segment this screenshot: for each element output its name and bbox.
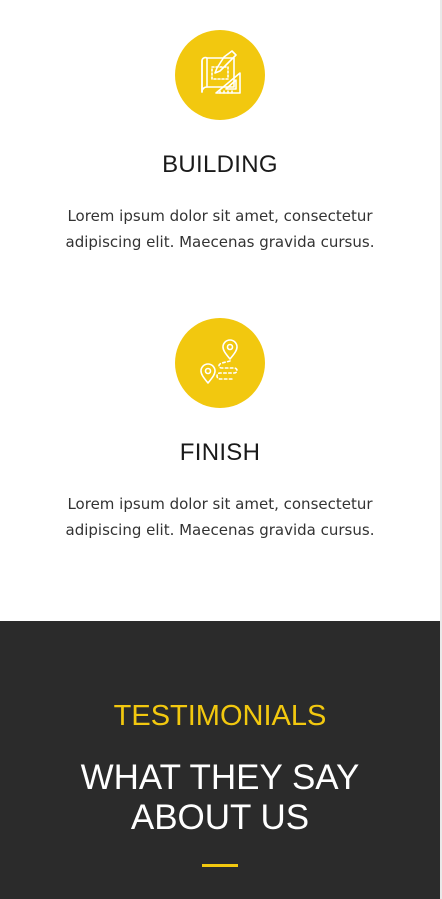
feature-building: BUILDING Lorem ipsum dolor sit amet, con… <box>0 30 440 255</box>
feature-title: BUILDING <box>162 151 278 178</box>
feature-description: Lorem ipsum dolor sit amet, consectetur … <box>65 495 375 539</box>
feature-title: FINISH <box>179 439 261 466</box>
testimonials-eyebrow: TESTIMONIALS <box>113 700 327 732</box>
page: BUILDING Lorem ipsum dolor sit amet, con… <box>0 0 440 899</box>
blueprint-icon <box>201 50 241 94</box>
feature-finish: FINISH Lorem ipsum dolor sit amet, conse… <box>0 318 440 543</box>
testimonials-section: TESTIMONIALS WHAT THEY SAY ABOUT US <box>0 621 440 899</box>
testimonials-heading: WHAT THEY SAY ABOUT US <box>80 758 360 837</box>
feature-icon-circle <box>175 318 265 408</box>
feature-icon-circle <box>175 30 265 120</box>
route-pin-icon <box>200 339 238 384</box>
heading-underline <box>202 864 238 867</box>
feature-description: Lorem ipsum dolor sit amet, consectetur … <box>65 207 375 251</box>
